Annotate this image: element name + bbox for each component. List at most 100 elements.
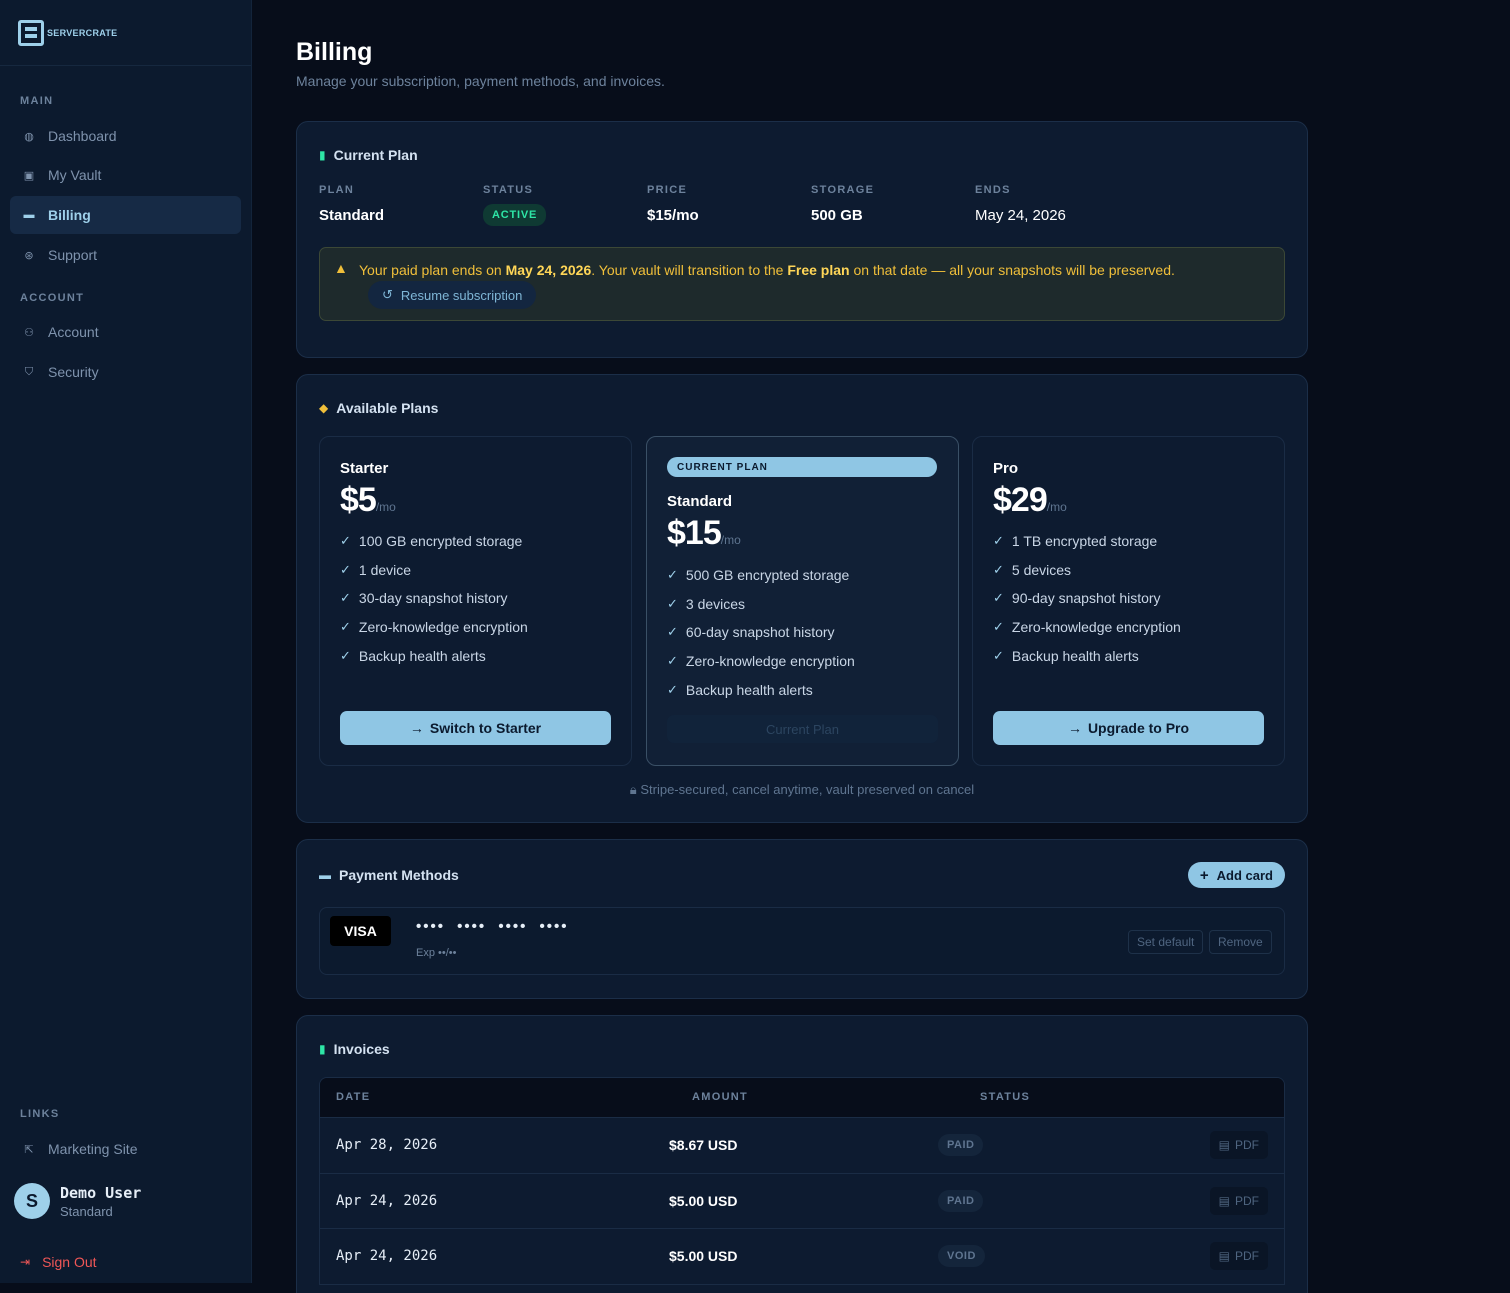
plan-price-amount: $15 bbox=[667, 514, 722, 552]
avatar: S bbox=[14, 1183, 50, 1219]
add-card-button[interactable]: + Add card bbox=[1187, 862, 1285, 888]
feature-item: ✓ 60-day snapshot history bbox=[667, 618, 855, 647]
sidebar-item-dashboard[interactable]: ◍ Dashboard bbox=[10, 117, 241, 155]
check-icon: ✓ bbox=[993, 590, 1004, 606]
brand-name: SERVERCRATE bbox=[47, 27, 118, 38]
check-icon: ✓ bbox=[340, 590, 351, 606]
feature-text: 1 device bbox=[358, 561, 412, 578]
feature-item: ✓ 3 devices bbox=[667, 590, 855, 619]
check-icon: ✓ bbox=[993, 619, 1004, 635]
secure-note-text: Stripe-secured, cancel anytime, vault pr… bbox=[640, 782, 975, 797]
sidebar-item-marketing-site[interactable]: ⇱ Marketing Site bbox=[10, 1130, 241, 1168]
external-link-icon: ⇱ bbox=[24, 1143, 34, 1156]
feature-item: ✓ 5 devices bbox=[993, 556, 1181, 585]
switch-to-starter-button[interactable]: → Switch to Starter bbox=[340, 711, 611, 745]
feature-text: 60-day snapshot history bbox=[685, 624, 835, 641]
file-invoice-icon: ▮ bbox=[319, 1042, 326, 1056]
check-icon: ✓ bbox=[340, 533, 351, 549]
invoices-table: DATE AMOUNT STATUS Apr 28, 2026 $8.67 US… bbox=[319, 1077, 1285, 1285]
feature-item: ✓ 500 GB encrypted storage bbox=[667, 561, 855, 590]
invoices-card: ▮ Invoices DATE AMOUNT STATUS Apr 28, 20… bbox=[296, 1015, 1308, 1293]
sign-out-button[interactable]: ⇥ Sign Out bbox=[20, 1254, 97, 1270]
receipt-icon: ▮ bbox=[319, 148, 326, 162]
sidebar-item-label: My Vault bbox=[48, 167, 102, 183]
current-plan-card: ▮ Current Plan PLAN Standard STATUS ACTI… bbox=[296, 121, 1308, 358]
sidebar-item-support[interactable]: ⊛ Support bbox=[10, 236, 241, 274]
feature-item: ✓ Zero-knowledge encryption bbox=[993, 613, 1181, 642]
payment-methods-title: ▬ Payment Methods bbox=[319, 867, 459, 883]
set-default-label: Set default bbox=[1137, 935, 1195, 949]
plan-name: Standard bbox=[667, 493, 733, 510]
user-profile[interactable]: S Demo User Standard bbox=[14, 1183, 141, 1219]
feature-item: ✓ 1 device bbox=[340, 556, 528, 585]
status-badge: VOID bbox=[938, 1245, 985, 1267]
plan-price-period: /mo bbox=[375, 500, 396, 514]
check-icon: ✓ bbox=[667, 595, 678, 611]
check-icon: ✓ bbox=[340, 619, 351, 635]
set-default-button[interactable]: Set default bbox=[1128, 930, 1204, 954]
plan-column: PLAN Standard bbox=[319, 184, 384, 224]
remove-card-button[interactable]: Remove bbox=[1209, 930, 1272, 954]
plan-ending-notice: ▲ Your paid plan ends on May 24, 2026. Y… bbox=[319, 247, 1285, 321]
plus-icon: + bbox=[1199, 866, 1209, 884]
file-pdf-icon: ▤ bbox=[1218, 1138, 1230, 1152]
feature-list: ✓ 1 TB encrypted storage ✓ 5 devices ✓ 90-d… bbox=[993, 527, 1181, 670]
page-title: Billing bbox=[296, 38, 373, 66]
invoice-date: Apr 28, 2026 bbox=[336, 1137, 438, 1153]
resume-subscription-button[interactable]: ↺ Resume subscription bbox=[368, 281, 537, 309]
ends-column: ENDS May 24, 2026 bbox=[975, 184, 1066, 224]
credit-card-icon: ▬ bbox=[319, 868, 331, 882]
check-icon: ✓ bbox=[993, 647, 1004, 663]
invoices-title: ▮ Invoices bbox=[319, 1041, 390, 1057]
sidebar-item-account[interactable]: ⚇ Account bbox=[10, 313, 241, 351]
price-label: PRICE bbox=[647, 184, 688, 196]
sidebar-item-label: Marketing Site bbox=[48, 1141, 138, 1157]
feature-item: ✓ Zero-knowledge encryption bbox=[340, 613, 528, 642]
status-column: STATUS ACTIVE bbox=[483, 184, 547, 226]
plan-price: $5/mo bbox=[340, 481, 396, 520]
plan-name: Pro bbox=[993, 460, 1019, 477]
user-name: Demo User bbox=[60, 1183, 142, 1202]
pdf-download-button[interactable]: ▤ PDF bbox=[1209, 1242, 1268, 1270]
feature-item: ✓ Backup health alerts bbox=[340, 641, 528, 670]
current-plan-button[interactable]: Current Plan bbox=[667, 715, 938, 743]
pdf-download-button[interactable]: ▤ PDF bbox=[1209, 1186, 1268, 1215]
column-header-date: DATE bbox=[336, 1091, 371, 1103]
sidebar-item-security[interactable]: ⛉ Security bbox=[10, 353, 241, 391]
sidebar-item-my-vault[interactable]: ▣ My Vault bbox=[10, 156, 241, 194]
tags-icon: ◆ bbox=[319, 401, 329, 415]
feature-text: Zero-knowledge encryption bbox=[358, 619, 528, 636]
feature-text: Backup health alerts bbox=[685, 681, 813, 698]
storage-column: STORAGE 500 GB bbox=[811, 184, 874, 224]
sign-out-icon: ⇥ bbox=[20, 1255, 31, 1269]
invoice-date: Apr 24, 2026 bbox=[336, 1192, 438, 1209]
page-subtitle: Manage your subscription, payment method… bbox=[296, 73, 665, 89]
check-icon: ✓ bbox=[993, 561, 1004, 577]
price-value: $15/mo bbox=[647, 207, 699, 224]
nav-section-account: ACCOUNT bbox=[20, 292, 85, 304]
notice-part: . Your vault will transition to the bbox=[591, 262, 788, 278]
table-row: Apr 24, 2026 $5.00 USD VOID ▤ PDF bbox=[320, 1228, 1284, 1284]
current-plan-title: ▮ Current Plan bbox=[319, 147, 418, 163]
user-gear-icon: ⚇ bbox=[24, 326, 34, 339]
feature-item: ✓ Zero-knowledge encryption bbox=[667, 647, 855, 676]
check-icon: ✓ bbox=[667, 567, 678, 583]
plan-price: $15/mo bbox=[667, 514, 741, 553]
feature-list: ✓ 100 GB encrypted storage ✓ 1 device ✓ 30-… bbox=[340, 527, 528, 670]
user-plan: Standard bbox=[60, 1203, 113, 1219]
sidebar-item-billing[interactable]: ▬ Billing bbox=[10, 196, 241, 234]
check-icon: ✓ bbox=[667, 653, 678, 669]
available-plans-title: ◆ Available Plans bbox=[319, 400, 438, 416]
file-pdf-icon: ▤ bbox=[1218, 1193, 1230, 1208]
feature-text: Zero-knowledge encryption bbox=[1011, 619, 1181, 636]
brand[interactable]: SERVERCRATE bbox=[0, 0, 251, 66]
plan-card-pro: Pro $29/mo ✓ 1 TB encrypted storage ✓ 5 de… bbox=[972, 436, 1285, 766]
current-plan-tag: CURRENT PLAN bbox=[667, 457, 937, 477]
warning-icon: ▲ bbox=[334, 260, 348, 276]
upgrade-to-pro-button[interactable]: → Upgrade to Pro bbox=[993, 711, 1264, 745]
plan-value: Standard bbox=[319, 207, 385, 224]
storage-label: STORAGE bbox=[811, 184, 875, 196]
check-icon: ✓ bbox=[667, 681, 678, 697]
pdf-download-button[interactable]: ▤ PDF bbox=[1209, 1131, 1268, 1159]
check-icon: ✓ bbox=[340, 561, 351, 577]
